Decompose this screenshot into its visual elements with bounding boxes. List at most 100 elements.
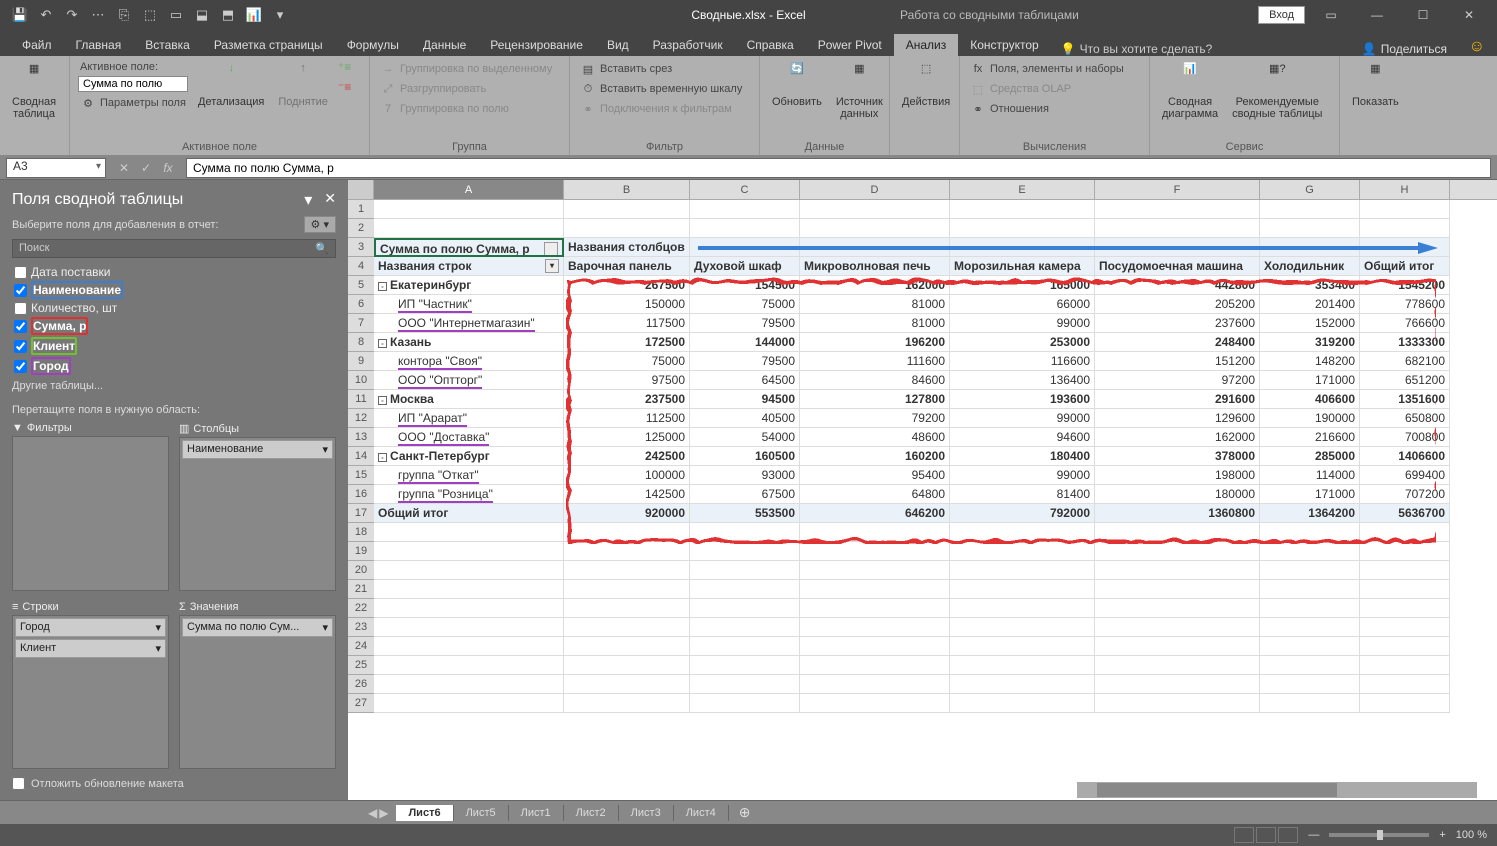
cell[interactable]: [564, 656, 690, 675]
olap-tools-button[interactable]: ⬚Средства OLAP: [968, 80, 1126, 98]
cell[interactable]: 700800: [1360, 428, 1450, 447]
cell[interactable]: 97500: [564, 371, 690, 390]
cell[interactable]: 154500: [690, 276, 800, 295]
cell[interactable]: [800, 637, 950, 656]
column-header[interactable]: A: [374, 180, 564, 199]
cell[interactable]: 94600: [950, 428, 1095, 447]
sheet-tab[interactable]: Лист6: [396, 805, 453, 821]
qat-icon[interactable]: ⋯: [86, 3, 110, 27]
row-header[interactable]: 12: [348, 409, 374, 428]
cell[interactable]: [564, 523, 690, 542]
cell[interactable]: [564, 599, 690, 618]
row-field-pill[interactable]: Клиент▾: [15, 639, 166, 658]
tab-file[interactable]: Файл: [10, 34, 64, 56]
field-item[interactable]: Дата поставки: [12, 264, 336, 280]
field-search-input[interactable]: Поиск 🔍: [12, 239, 336, 258]
tab-page-layout[interactable]: Разметка страницы: [202, 34, 335, 56]
row-header[interactable]: 13: [348, 428, 374, 447]
cell[interactable]: [950, 599, 1095, 618]
cell[interactable]: [1360, 656, 1450, 675]
cell[interactable]: [800, 675, 950, 694]
cell[interactable]: [374, 561, 564, 580]
cell[interactable]: 129600: [1095, 409, 1260, 428]
column-header[interactable]: C: [690, 180, 800, 199]
cell[interactable]: ООО "Оптторг": [374, 371, 564, 390]
cell[interactable]: [1095, 637, 1260, 656]
row-header[interactable]: 16: [348, 485, 374, 504]
cell[interactable]: 291600: [1095, 390, 1260, 409]
field-checkbox[interactable]: [14, 302, 27, 315]
active-field-input[interactable]: [78, 76, 188, 92]
collapse-icon[interactable]: -: [378, 396, 387, 405]
cell[interactable]: [1360, 675, 1450, 694]
cell[interactable]: [374, 219, 564, 238]
cell[interactable]: -Санкт-Петербург: [374, 447, 564, 466]
cell[interactable]: ООО "Интернетмагазин": [374, 314, 564, 333]
row-header[interactable]: 14: [348, 447, 374, 466]
close-pane-icon[interactable]: ✕: [324, 190, 336, 210]
cell[interactable]: [564, 580, 690, 599]
cell[interactable]: 99000: [950, 409, 1095, 428]
cell[interactable]: [1260, 238, 1360, 257]
close-icon[interactable]: ✕: [1449, 3, 1489, 27]
cell[interactable]: 216600: [1260, 428, 1360, 447]
qat-icon[interactable]: ⬚: [138, 3, 162, 27]
cell[interactable]: 1351600: [1360, 390, 1450, 409]
cell[interactable]: [564, 200, 690, 219]
cell[interactable]: ООО "Доставка": [374, 428, 564, 447]
cell[interactable]: 81000: [800, 295, 950, 314]
filters-drop-area[interactable]: [12, 436, 169, 591]
feedback-icon[interactable]: ☺: [1469, 38, 1485, 56]
cell[interactable]: [1095, 580, 1260, 599]
cell[interactable]: группа "Розница": [374, 485, 564, 504]
field-item[interactable]: Сумма, р: [12, 316, 336, 336]
cell[interactable]: [800, 523, 950, 542]
page-break-view-icon[interactable]: [1278, 827, 1298, 843]
cell[interactable]: Микроволновая печь: [800, 257, 950, 276]
cell[interactable]: Варочная панель: [564, 257, 690, 276]
cell[interactable]: [950, 561, 1095, 580]
cell[interactable]: 285000: [1260, 447, 1360, 466]
cell[interactable]: 100000: [564, 466, 690, 485]
cell[interactable]: 81000: [800, 314, 950, 333]
column-header[interactable]: B: [564, 180, 690, 199]
tell-me-search[interactable]: 💡Что вы хотите сделать?: [1061, 42, 1213, 56]
row-header[interactable]: 6: [348, 295, 374, 314]
cell[interactable]: [1260, 675, 1360, 694]
qat-icon[interactable]: ⬓: [190, 3, 214, 27]
cell[interactable]: 190000: [1260, 409, 1360, 428]
cell[interactable]: 136400: [950, 371, 1095, 390]
columns-drop-area[interactable]: Наименование▾: [179, 437, 336, 591]
cell[interactable]: [1095, 238, 1260, 257]
filter-connections-button[interactable]: ⚭Подключения к фильтрам: [578, 100, 744, 118]
column-header[interactable]: F: [1095, 180, 1260, 199]
cell[interactable]: [1260, 580, 1360, 599]
cell[interactable]: [800, 561, 950, 580]
cell[interactable]: [1260, 561, 1360, 580]
cell[interactable]: [1360, 580, 1450, 599]
cell[interactable]: 651200: [1360, 371, 1450, 390]
cell[interactable]: Общий итог: [374, 504, 564, 523]
insert-slicer-button[interactable]: ▤Вставить срез: [578, 60, 744, 78]
row-header[interactable]: 20: [348, 561, 374, 580]
change-source-button[interactable]: ▦Источник данных: [832, 60, 887, 122]
cell[interactable]: ИП "Арарат": [374, 409, 564, 428]
tab-design[interactable]: Конструктор: [958, 34, 1050, 56]
cell[interactable]: [800, 599, 950, 618]
cell[interactable]: [950, 238, 1095, 257]
cell[interactable]: 553500: [690, 504, 800, 523]
zoom-slider[interactable]: [1329, 833, 1429, 837]
cell[interactable]: [1260, 599, 1360, 618]
cell[interactable]: 766600: [1360, 314, 1450, 333]
row-header[interactable]: 18: [348, 523, 374, 542]
cell[interactable]: 1364200: [1260, 504, 1360, 523]
cell[interactable]: [950, 637, 1095, 656]
field-checkbox[interactable]: [14, 340, 27, 353]
cell[interactable]: 160500: [690, 447, 800, 466]
row-header[interactable]: 27: [348, 694, 374, 713]
value-field-pill[interactable]: Сумма по полю Сум...▾: [182, 618, 333, 637]
qat-icon[interactable]: ⎘: [112, 3, 136, 27]
cell[interactable]: 237500: [564, 390, 690, 409]
cell[interactable]: 117500: [564, 314, 690, 333]
tab-home[interactable]: Главная: [64, 34, 134, 56]
